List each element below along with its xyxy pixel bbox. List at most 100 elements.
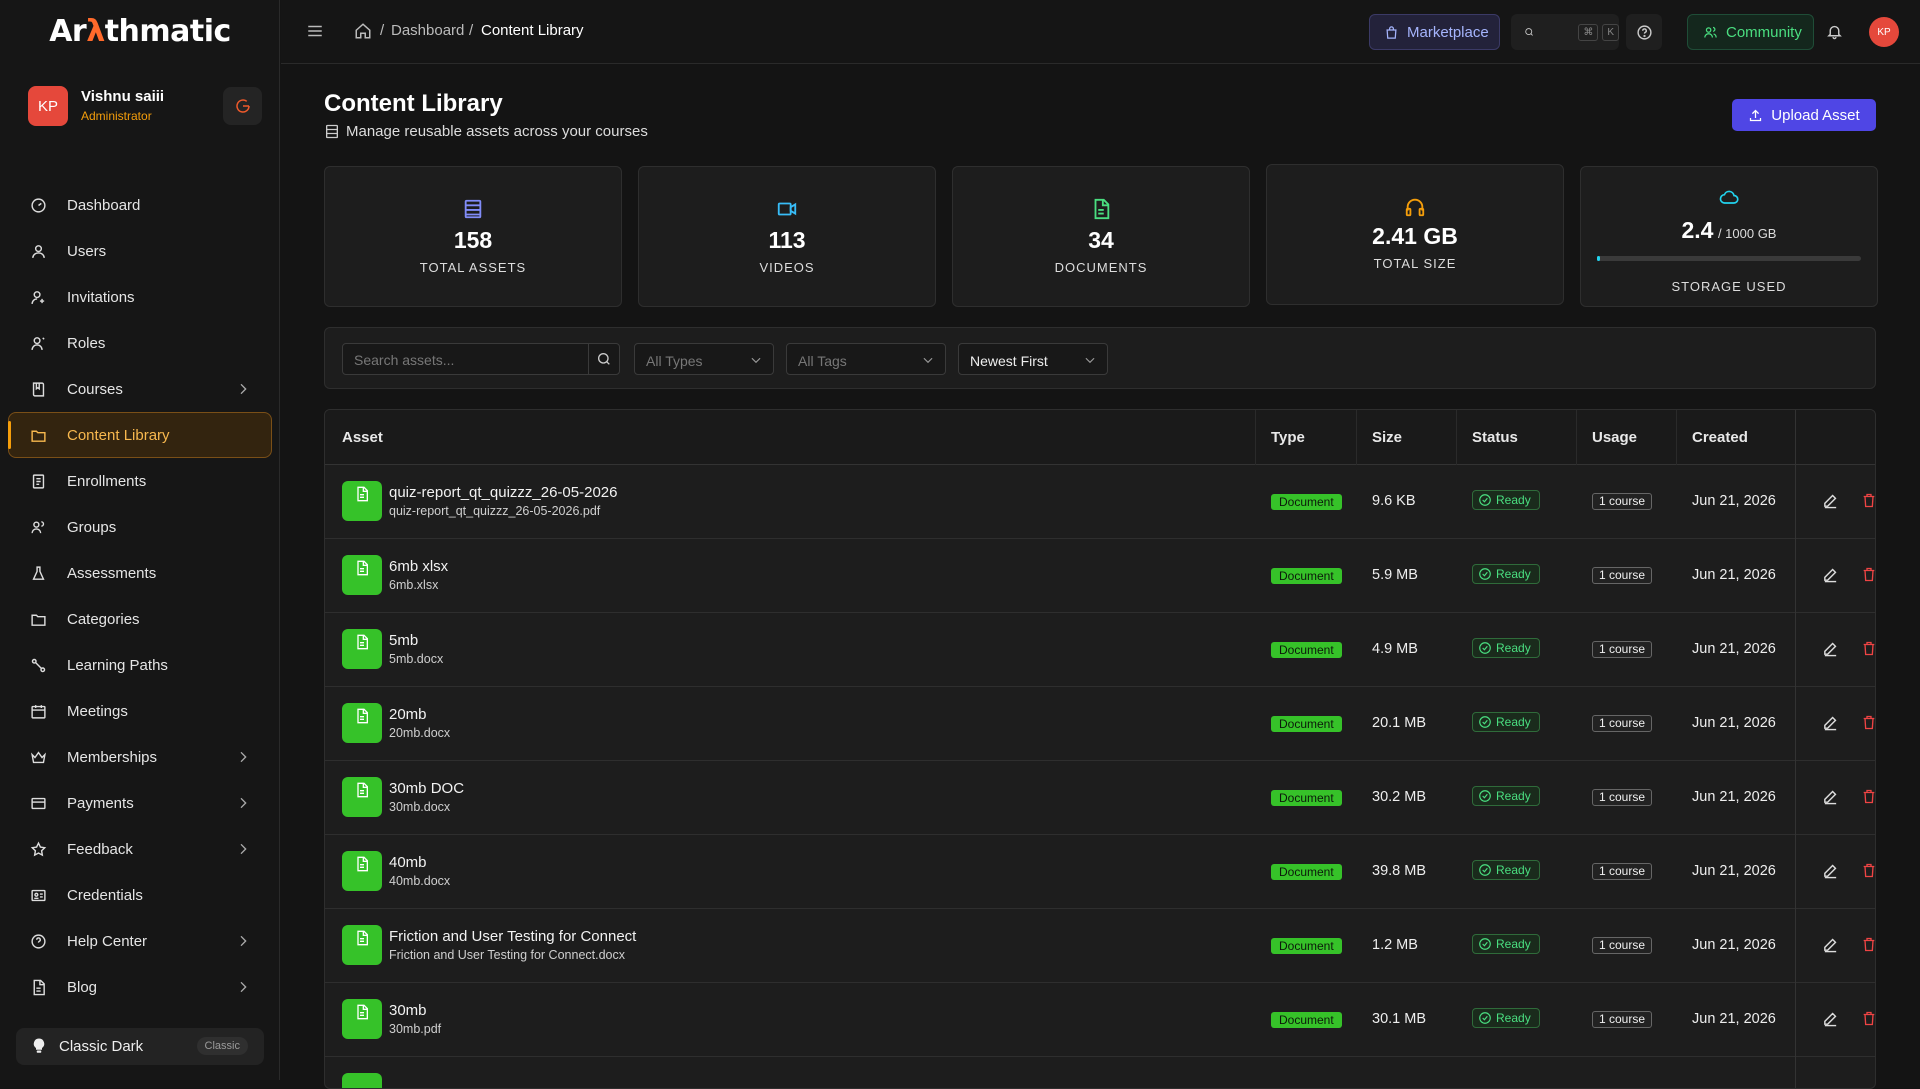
header-size[interactable]: Size xyxy=(1372,429,1402,446)
sidebar-item-learning-paths[interactable]: Learning Paths xyxy=(8,642,272,688)
sidebar-item-label: Learning Paths xyxy=(67,656,168,674)
asset-name[interactable]: quiz-report_qt_quizzz_26-05-2026 xyxy=(389,484,617,501)
search-input[interactable]: Search assets... xyxy=(342,343,620,375)
menu-toggle-button[interactable] xyxy=(306,22,324,45)
sidebar-item-dashboard[interactable]: Dashboard xyxy=(8,182,272,228)
edit-button[interactable] xyxy=(1822,714,1839,736)
asset-name[interactable]: 6mb xlsx xyxy=(389,558,448,575)
sidebar-item-groups[interactable]: Groups xyxy=(8,504,272,550)
marketplace-button[interactable]: Marketplace xyxy=(1369,14,1500,50)
type-badge: Document xyxy=(1271,716,1342,732)
asset-name[interactable]: 40mb xyxy=(389,854,427,871)
tags-filter-select[interactable]: All Tags xyxy=(786,343,946,375)
delete-button[interactable] xyxy=(1861,788,1875,810)
sidebar-item-memberships[interactable]: Memberships xyxy=(8,734,272,780)
switch-account-button[interactable] xyxy=(223,87,262,125)
sidebar-item-content-library[interactable]: Content Library xyxy=(8,412,272,458)
storage-progress-track xyxy=(1597,256,1861,261)
table-row[interactable]: 6mb xlsx 6mb.xlsx Document 5.9 MB Ready 1 cou… xyxy=(325,539,1875,613)
edit-button[interactable] xyxy=(1822,640,1839,662)
edit-button[interactable] xyxy=(1822,566,1839,588)
edit-button[interactable] xyxy=(1822,1010,1839,1032)
delete-button[interactable] xyxy=(1861,640,1875,662)
check-circle-icon xyxy=(1479,642,1491,654)
asset-name[interactable]: 5mb xyxy=(389,632,418,649)
header-status[interactable]: Status xyxy=(1472,429,1518,446)
search-button[interactable]: ⌘ K xyxy=(1511,14,1619,50)
upload-asset-button[interactable]: Upload Asset xyxy=(1732,99,1876,131)
sidebar-item-assessments[interactable]: Assessments xyxy=(8,550,272,596)
breadcrumb-dashboard[interactable]: Dashboard xyxy=(391,22,464,39)
table-row[interactable]: 40mb 40mb.docx Document 39.8 MB Ready 1 cours… xyxy=(325,835,1875,909)
cloud-icon xyxy=(1719,190,1739,204)
shopping-bag-icon xyxy=(1386,25,1397,39)
page-subtitle: Manage reusable assets across your cours… xyxy=(346,123,648,140)
delete-button[interactable] xyxy=(1861,1010,1875,1032)
type-filter-value: All Types xyxy=(646,353,703,369)
home-link[interactable] xyxy=(354,22,372,45)
delete-button[interactable] xyxy=(1861,492,1875,514)
community-button[interactable]: Community xyxy=(1687,14,1814,50)
notifications-button[interactable] xyxy=(1826,23,1843,45)
asset-name[interactable]: 30mb xyxy=(389,1002,427,1019)
table-row[interactable]: 5mb 5mb.docx Document 4.9 MB Ready 1 course Ju… xyxy=(325,613,1875,687)
edit-button[interactable] xyxy=(1822,788,1839,810)
sort-select[interactable]: Newest First xyxy=(958,343,1108,375)
header-type[interactable]: Type xyxy=(1271,429,1305,446)
table-row[interactable]: 30mb DOC 30mb.docx Document 30.2 MB Ready 1 c… xyxy=(325,761,1875,835)
table-row[interactable] xyxy=(325,1057,1875,1088)
edit-button[interactable] xyxy=(1822,936,1839,958)
chevron-right-icon xyxy=(240,981,247,993)
header-asset[interactable]: Asset xyxy=(342,429,383,446)
community-icon xyxy=(1704,26,1717,38)
sidebar-item-roles[interactable]: Roles xyxy=(8,320,272,366)
type-filter-select[interactable]: All Types xyxy=(634,343,774,375)
sidebar-item-help-center[interactable]: Help Center xyxy=(8,918,272,964)
sidebar-item-enrollments[interactable]: Enrollments xyxy=(8,458,272,504)
sidebar-item-meetings[interactable]: Meetings xyxy=(8,688,272,734)
topbar-avatar[interactable]: KP xyxy=(1869,17,1899,47)
search-submit-button[interactable] xyxy=(588,344,619,374)
delete-button[interactable] xyxy=(1861,714,1875,736)
theme-switcher[interactable]: Classic Dark Classic xyxy=(16,1028,264,1065)
app-logo[interactable]: Arλthmatic xyxy=(0,14,280,49)
asset-name[interactable]: Friction and User Testing for Connect xyxy=(389,928,636,945)
delete-button[interactable] xyxy=(1861,936,1875,958)
asset-name[interactable]: 20mb xyxy=(389,706,427,723)
delete-button[interactable] xyxy=(1861,566,1875,588)
sidebar-item-users[interactable]: Users xyxy=(8,228,272,274)
status-label: Ready xyxy=(1496,937,1531,951)
sidebar-item-credentials[interactable]: Credentials xyxy=(8,872,272,918)
sidebar-item-courses[interactable]: Courses xyxy=(8,366,272,412)
edit-button[interactable] xyxy=(1822,862,1839,884)
table-row[interactable]: Friction and User Testing for Connect Fri… xyxy=(325,909,1875,983)
status-label: Ready xyxy=(1496,567,1531,581)
table-row[interactable]: quiz-report_qt_quizzz_26-05-2026 quiz-rep… xyxy=(325,465,1875,539)
avatar[interactable]: KP xyxy=(28,86,68,126)
pencil-icon xyxy=(1824,1012,1837,1027)
chevron-down-icon xyxy=(751,357,761,364)
user-role: Administrator xyxy=(81,109,152,123)
header-created[interactable]: Created xyxy=(1692,429,1748,446)
sidebar-item-invitations[interactable]: Invitations xyxy=(8,274,272,320)
storage-progress-fill xyxy=(1597,256,1600,261)
asset-name[interactable]: 30mb DOC xyxy=(389,780,464,797)
status-badge: Ready xyxy=(1472,1008,1540,1028)
sidebar-item-feedback[interactable]: Feedback xyxy=(8,826,272,872)
header-usage[interactable]: Usage xyxy=(1592,429,1637,446)
groups-icon xyxy=(29,518,47,536)
delete-button[interactable] xyxy=(1861,862,1875,884)
status-label: Ready xyxy=(1496,863,1531,877)
help-button[interactable] xyxy=(1626,14,1662,50)
sidebar-item-label: Payments xyxy=(67,794,134,812)
sidebar-item-categories[interactable]: Categories xyxy=(8,596,272,642)
table-row[interactable]: 30mb 30mb.pdf Document 30.1 MB Ready 1 course… xyxy=(325,983,1875,1057)
stat-label: STORAGE USED xyxy=(1671,279,1787,294)
help-icon xyxy=(1636,24,1652,40)
sidebar-item-payments[interactable]: Payments xyxy=(8,780,272,826)
check-circle-icon xyxy=(1479,716,1491,728)
table-row[interactable]: 20mb 20mb.docx Document 20.1 MB Ready 1 cours… xyxy=(325,687,1875,761)
sidebar-item-blog[interactable]: Blog xyxy=(8,964,272,1010)
type-badge: Document xyxy=(1271,568,1342,584)
edit-button[interactable] xyxy=(1822,492,1839,514)
